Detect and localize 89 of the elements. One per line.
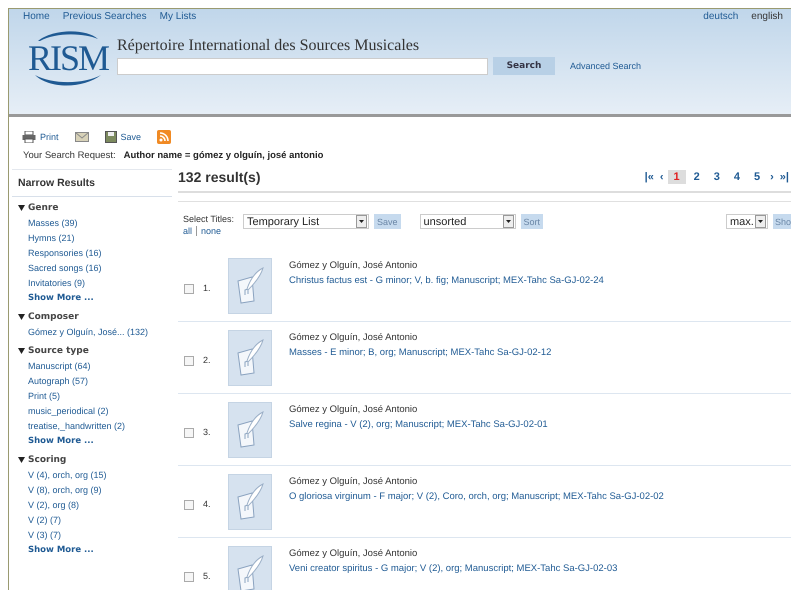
printer-icon[interactable]	[22, 131, 36, 143]
result-author: Gómez y Olguín, José Antonio	[289, 404, 418, 415]
caret-icon[interactable]	[758, 220, 763, 223]
pager-nav-link[interactable]: ‹	[658, 171, 666, 183]
caret-icon[interactable]	[506, 220, 511, 223]
facet-item[interactable]: Print (5)	[18, 389, 60, 404]
manuscript-thumbnail	[228, 546, 272, 590]
result-title-link[interactable]: Christus factus est - G minor; V, b. fig; Manuscript; MEX-Tahc Sa-GJ-02-24	[289, 275, 604, 286]
pager-nav-link[interactable]: ›	[768, 171, 776, 183]
manuscript-thumbnail	[228, 258, 272, 314]
row-number: 1.	[203, 283, 212, 293]
pager-nav-link[interactable]: »|	[778, 171, 791, 183]
row-number: 2.	[203, 355, 212, 365]
manuscript-thumbnail	[228, 474, 272, 530]
search-query: Author name = gómez y olguín, josé antonio	[124, 150, 324, 161]
facet-item[interactable]: treatise,_handwritten (2)	[18, 419, 126, 434]
facet-item[interactable]: V (2) (7)	[18, 513, 62, 528]
nav-link[interactable]: Previous Searches	[62, 11, 147, 22]
page-link[interactable]: 2	[688, 170, 706, 184]
result-author: Gómez y Olguín, José Antonio	[289, 476, 418, 487]
result-title-link[interactable]: O gloriosa virginum - F major; V (2), Coro, orch, org; Manuscript; MEX-Tahc Sa-GJ-02-02	[289, 491, 664, 502]
result-author: Gómez y Olguín, José Antonio	[289, 332, 418, 343]
list-dropdown[interactable]: Temporary List	[243, 214, 370, 229]
caret-icon[interactable]	[359, 220, 364, 223]
facet-item[interactable]: V (8), orch, org (9)	[18, 483, 102, 498]
facet-title[interactable]: Genre	[28, 203, 58, 213]
site-title: Répertoire International des Sources Musicales	[117, 37, 420, 55]
result-author: Gómez y Olguín, José Antonio	[289, 548, 418, 559]
search-field[interactable]	[117, 58, 488, 74]
facet-item[interactable]: Responsories (16)	[18, 246, 102, 261]
row-checkbox[interactable]	[184, 284, 194, 294]
facet-item[interactable]: V (2), org (8)	[18, 498, 80, 513]
search-request-label: Your Search Request:	[23, 150, 116, 161]
facet-title[interactable]: Source type	[28, 346, 89, 356]
page-link[interactable]: 5	[748, 170, 766, 184]
triangle-down-icon[interactable]	[18, 348, 25, 354]
pager-nav-link[interactable]: |«	[642, 171, 656, 183]
triangle-down-icon[interactable]	[18, 205, 25, 211]
facet-item[interactable]: music_periodical (2)	[18, 404, 109, 419]
select-titles-label: Select Titles:	[183, 214, 234, 224]
show-more-link[interactable]: Show More ...	[18, 291, 94, 306]
show-more-link[interactable]: Show More ...	[18, 543, 94, 558]
logo-text: RISM	[28, 41, 108, 75]
row-checkbox[interactable]	[184, 572, 194, 582]
facet-item[interactable]: Hymns (21)	[18, 231, 75, 246]
search-button[interactable]: Search	[493, 57, 555, 75]
sidebar-title: Narrow Results	[12, 170, 172, 197]
result-title-link[interactable]: Salve regina - V (2), org; Manuscript; MEX-Tahc Sa-GJ-02-01	[289, 419, 548, 430]
facet-item[interactable]: Autograph (57)	[18, 374, 88, 389]
page-link[interactable]: 4	[728, 170, 746, 184]
row-number: 3.	[203, 427, 212, 437]
result-title-link[interactable]: Masses - E minor; B, org; Manuscript; MEX-Tahc Sa-GJ-02-12	[289, 347, 552, 358]
page-link[interactable]: 3	[708, 170, 726, 184]
row-checkbox[interactable]	[184, 500, 194, 510]
save-link[interactable]: Save	[120, 132, 142, 142]
language-link[interactable]: deutsch	[703, 11, 738, 22]
result-author: Gómez y Olguín, José Antonio	[289, 260, 418, 271]
print-link[interactable]: Print	[40, 132, 59, 142]
facet-item[interactable]: V (4), orch, org (15)	[18, 468, 107, 483]
facet-item[interactable]: Manuscript (64)	[18, 359, 91, 374]
envelope-icon[interactable]	[74, 132, 89, 142]
nav-link[interactable]: My Lists	[160, 11, 196, 22]
facet-item[interactable]: Masses (39)	[18, 216, 78, 231]
sort-dropdown[interactable]: unsorted	[420, 214, 516, 229]
manuscript-thumbnail	[228, 402, 272, 458]
language-link[interactable]: english	[751, 11, 783, 22]
row-number: 5.	[203, 571, 212, 581]
row-number: 4.	[203, 499, 212, 509]
page-link[interactable]: 1	[668, 170, 686, 184]
result-count: 132 result(s)	[178, 169, 260, 185]
facet-item[interactable]: Gómez y Olguín, José... (132)	[18, 325, 148, 340]
advanced-search-link[interactable]: Advanced Search	[570, 61, 642, 71]
row-checkbox[interactable]	[184, 356, 194, 366]
result-title-link[interactable]: Veni creator spiritus - G major; V (2), org; Manuscript; MEX-Tahc Sa-GJ-02-03	[289, 563, 618, 574]
facet-title[interactable]: Composer	[28, 312, 79, 322]
facet-item[interactable]: V (3) (7)	[18, 528, 62, 543]
nav-link[interactable]: Home	[23, 11, 50, 22]
triangle-down-icon[interactable]	[18, 314, 25, 320]
facet-item[interactable]: Sacred songs (16)	[18, 261, 102, 276]
facet-item[interactable]: Invitatories (9)	[18, 276, 86, 291]
max-dropdown[interactable]: max.	[726, 214, 768, 229]
row-checkbox[interactable]	[184, 428, 194, 438]
show-more-link[interactable]: Show More ...	[18, 434, 94, 449]
manuscript-thumbnail	[228, 330, 272, 386]
logo-arc-icon	[36, 31, 100, 41]
facet-title[interactable]: Scoring	[28, 455, 66, 465]
select-none-link[interactable]: none	[201, 226, 222, 236]
select-all-link[interactable]: all	[183, 226, 192, 236]
triangle-down-icon[interactable]	[18, 457, 25, 463]
